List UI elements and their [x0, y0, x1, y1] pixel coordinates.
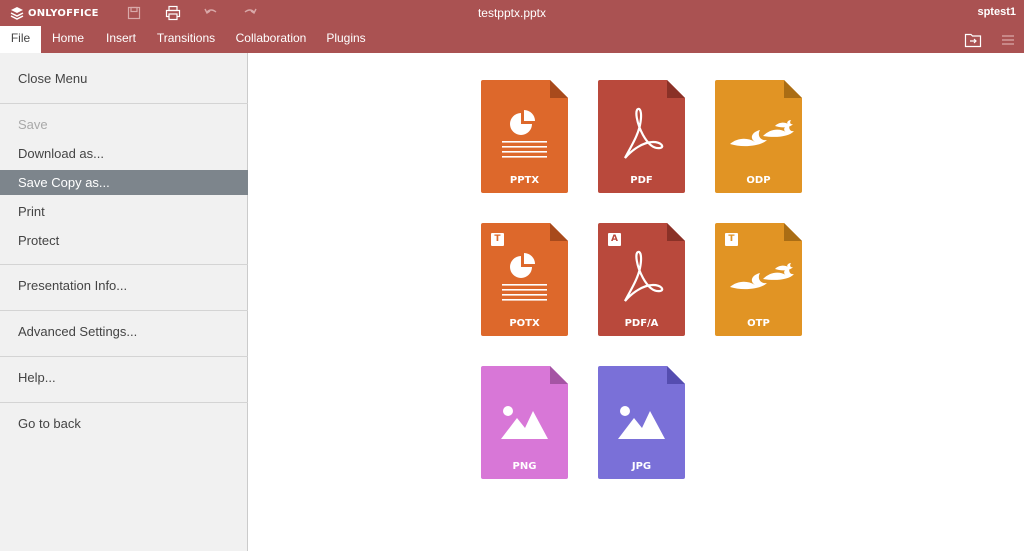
logo-icon [10, 7, 24, 20]
tab-file[interactable]: File [0, 26, 41, 53]
app-logo: ONLYOFFICE [10, 5, 99, 21]
menu-item-save[interactable]: Save [0, 112, 248, 137]
format-tile-otp[interactable]: T OTP [715, 223, 802, 336]
menu-item-go-to-back[interactable]: Go to back [0, 411, 248, 436]
menu-item-protect[interactable]: Protect [0, 228, 248, 253]
format-label: PNG [512, 461, 537, 472]
menu-divider [0, 264, 248, 265]
open-file-location-button[interactable] [964, 32, 982, 48]
save-icon [127, 6, 141, 20]
format-tile-odp[interactable]: ODP [715, 80, 802, 193]
menu-item-presentation-info[interactable]: Presentation Info... [0, 273, 248, 298]
template-badge: A [608, 233, 621, 246]
tab-insert[interactable]: Insert [96, 26, 146, 53]
menu-divider [0, 356, 248, 357]
ribbon-tab-bar: File Home Insert Transitions Collaborati… [0, 26, 1024, 53]
user-name[interactable]: sptest1 [977, 6, 1016, 18]
format-tile-pdf[interactable]: PDF [598, 80, 685, 193]
menu-divider [0, 310, 248, 311]
print-quick-button[interactable] [164, 4, 182, 22]
redo-icon [244, 8, 257, 15]
format-label: PDF/A [624, 318, 659, 329]
format-label: JPG [631, 461, 652, 472]
document-title: testpptx.pptx [477, 6, 547, 20]
format-tile-png[interactable]: PNG [481, 366, 568, 479]
format-label: PPTX [509, 175, 540, 186]
menu-divider [0, 103, 248, 104]
menu-item-print[interactable]: Print [0, 199, 248, 224]
print-icon [165, 5, 181, 21]
menu-item-save-copy-as[interactable]: Save Copy as... [0, 170, 248, 195]
menu-item-close-menu[interactable]: Close Menu [0, 66, 248, 91]
format-tile-jpg[interactable]: JPG [598, 366, 685, 479]
menu-item-help[interactable]: Help... [0, 365, 248, 390]
undo-quick-button[interactable] [202, 4, 220, 22]
format-tile-potx[interactable]: T POTX [481, 223, 568, 336]
file-menu-panel: Close Menu Save Download as... Save Copy… [0, 53, 248, 551]
tab-collaboration[interactable]: Collaboration [228, 26, 314, 53]
redo-quick-button[interactable] [241, 4, 259, 22]
title-bar: ONLYOFFICE testpptx.pptx sptest1 [0, 0, 1024, 26]
menu-item-download-as[interactable]: Download as... [0, 141, 248, 166]
tab-transitions[interactable]: Transitions [150, 26, 222, 53]
template-badge: T [491, 233, 504, 246]
menu-item-advanced-settings[interactable]: Advanced Settings... [0, 319, 248, 344]
template-badge: T [725, 233, 738, 246]
open-file-location-icon [964, 33, 982, 48]
menu-divider [0, 402, 248, 403]
hamburger-menu-button[interactable] [1000, 32, 1018, 48]
tab-home[interactable]: Home [43, 26, 93, 53]
format-tile-pptx[interactable]: PPTX [481, 80, 568, 193]
format-tile-pdf-a[interactable]: A PDF/A [598, 223, 685, 336]
undo-icon [204, 8, 217, 15]
logo-text: ONLYOFFICE [28, 7, 99, 19]
tab-plugins[interactable]: Plugins [320, 26, 372, 53]
format-label: ODP [746, 175, 771, 186]
hamburger-menu-icon [1002, 35, 1014, 45]
format-label: PDF [630, 175, 653, 186]
save-quick-button[interactable] [125, 4, 143, 22]
format-label: OTP [747, 318, 770, 329]
format-label: POTX [509, 318, 540, 329]
